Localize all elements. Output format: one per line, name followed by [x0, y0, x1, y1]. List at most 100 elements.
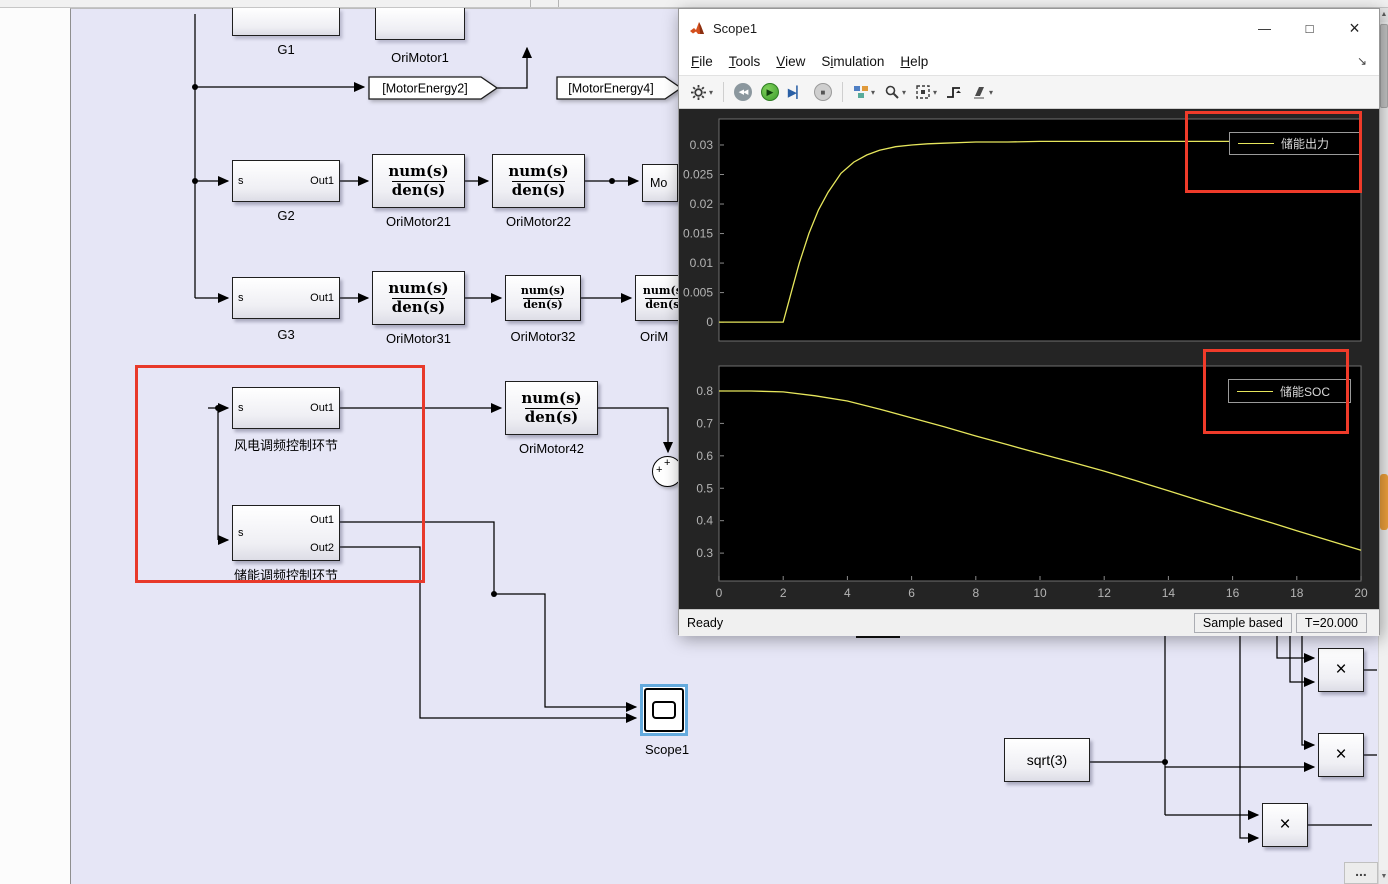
input-port-label: s: [238, 292, 244, 304]
tf-numerator: num(s): [508, 163, 568, 180]
block-product-1[interactable]: ×: [1318, 648, 1364, 692]
sum-plus-sign: +: [656, 464, 662, 476]
chevron-down-icon: ▾: [902, 88, 906, 97]
scroll-up-arrow[interactable]: ▲: [1379, 8, 1388, 22]
block-orimotor42[interactable]: num(s) den(s): [505, 381, 598, 435]
brush-icon: [971, 84, 987, 100]
menu-help[interactable]: Help: [892, 51, 936, 72]
goto-tag-motorenergy4[interactable]: [MotorEnergy4]: [556, 76, 682, 100]
chevron-down-icon: ▾: [989, 88, 993, 97]
output-port-label: Out1: [310, 514, 334, 526]
chevron-down-icon: ▾: [933, 88, 937, 97]
stop-button[interactable]: ■: [811, 79, 835, 105]
menu-view[interactable]: View: [768, 51, 813, 72]
legend-top[interactable]: 储能出力: [1229, 132, 1360, 155]
maximize-button[interactable]: □: [1287, 9, 1332, 47]
x-tick-label: 6: [908, 586, 915, 600]
editor-top-strip: [0, 0, 1388, 8]
legend-label: 储能SOC: [1280, 383, 1330, 400]
scope-block-face: [644, 688, 684, 732]
goto-tag-label: [MotorEnergy2]: [382, 82, 467, 96]
scroll-down-arrow[interactable]: ▼: [1379, 870, 1388, 884]
dock-icon[interactable]: ↘: [1357, 54, 1367, 68]
tf-numerator: num(s): [521, 390, 581, 407]
y-tick-label: 0.7: [696, 416, 713, 430]
magnifier-icon: [884, 84, 900, 100]
scrollbar-thumb[interactable]: [1380, 24, 1388, 108]
legend-bottom[interactable]: 储能SOC: [1228, 379, 1351, 403]
step-forward-button[interactable]: ▶▏: [785, 79, 808, 105]
settings-button[interactable]: ▾: [687, 79, 716, 105]
step-back-icon: ◀◀: [734, 83, 752, 101]
block-label: OriMotor21: [362, 214, 475, 229]
block-g3[interactable]: s Out1: [232, 277, 340, 319]
scope-titlebar[interactable]: Scope1 — □ ×: [679, 9, 1379, 47]
block-product-3[interactable]: ×: [1262, 803, 1308, 847]
toolbar-separator: [842, 82, 843, 102]
scope-window: Scope1 — □ × FileToolsViewSimulationHelp…: [678, 8, 1380, 635]
minimize-button[interactable]: —: [1242, 9, 1287, 47]
block-g2[interactable]: s Out1: [232, 160, 340, 202]
scope1-block[interactable]: [640, 684, 688, 736]
menu-tools[interactable]: Tools: [721, 51, 769, 72]
block-gain-partial[interactable]: Mo: [642, 164, 678, 202]
signal-selector-button[interactable]: ▾: [850, 79, 878, 105]
close-button[interactable]: ×: [1332, 9, 1377, 47]
y-tick-label: 0: [706, 315, 713, 329]
y-tick-label: 0.015: [683, 227, 713, 241]
multiply-sign: ×: [1335, 744, 1346, 766]
y-tick-label: 0.03: [690, 138, 714, 152]
x-tick-label: 2: [780, 586, 787, 600]
block-product-2[interactable]: ×: [1318, 733, 1364, 777]
editor-left-margin: [0, 8, 70, 884]
step-back-button[interactable]: ◀◀: [731, 79, 755, 105]
block-label: OriMotor42: [495, 441, 608, 456]
toolbar-separator: [723, 82, 724, 102]
block-orimotor31[interactable]: num(s) den(s): [372, 271, 465, 325]
output-port-label: Out2: [310, 542, 334, 554]
block-orimotor22[interactable]: num(s) den(s): [492, 154, 585, 208]
x-tick-label: 20: [1354, 586, 1368, 600]
menu-file[interactable]: File: [683, 51, 721, 72]
block-sqrt3[interactable]: sqrt(3): [1004, 738, 1090, 782]
legend-line-sample: [1238, 143, 1274, 144]
menu-simulation[interactable]: Simulation: [813, 51, 892, 72]
status-ready: Ready: [687, 616, 723, 630]
x-tick-label: 18: [1290, 586, 1304, 600]
multiply-sign: ×: [1279, 814, 1290, 836]
y-tick-label: 0.02: [690, 197, 714, 211]
trigger-button[interactable]: [943, 79, 965, 105]
scope-axes: 00.0050.010.0150.020.0250.030.30.40.50.6…: [679, 109, 1379, 609]
highlight-button[interactable]: ▾: [968, 79, 996, 105]
block-orimotor1[interactable]: [375, 8, 465, 40]
block-label: G2: [232, 208, 340, 223]
block-orimotor21[interactable]: num(s) den(s): [372, 154, 465, 208]
scope-screen-icon: [652, 701, 676, 719]
scope-statusbar: Ready Sample based T=20.000: [679, 609, 1379, 636]
block-g1[interactable]: [232, 8, 340, 36]
overflow-dots[interactable]: ...: [1344, 862, 1378, 884]
matlab-icon: [689, 20, 705, 36]
run-button[interactable]: ▶: [758, 79, 782, 105]
y-tick-label: 0.5: [696, 481, 713, 495]
multiply-sign: ×: [1335, 659, 1346, 681]
y-tick-label: 0.4: [696, 514, 713, 528]
fit-view-button[interactable]: ▾: [912, 79, 940, 105]
output-port-label: Out1: [310, 402, 334, 414]
status-time: T=20.000: [1296, 613, 1367, 633]
y-tick-label: 0.3: [696, 546, 713, 560]
tf-denominator: den(s): [525, 408, 579, 426]
goto-tag-motorenergy2[interactable]: [MotorEnergy2]: [368, 76, 498, 100]
tf-denominator: den(s): [523, 298, 562, 312]
block-storage-control[interactable]: s Out1 Out2: [232, 505, 340, 561]
status-sample-mode: Sample based: [1194, 613, 1292, 633]
block-orimotor32[interactable]: num(s) den(s): [505, 275, 581, 321]
zoom-button[interactable]: ▾: [881, 79, 909, 105]
sum-plus-sign: +: [664, 457, 670, 469]
chevron-down-icon: ▾: [709, 88, 713, 97]
block-label: 储能调频控制环节: [218, 565, 354, 584]
block-wind-control[interactable]: s Out1: [232, 387, 340, 429]
block-text: sqrt(3): [1027, 752, 1067, 768]
signal-selector-icon: [853, 84, 869, 100]
block-label: G1: [232, 42, 340, 57]
